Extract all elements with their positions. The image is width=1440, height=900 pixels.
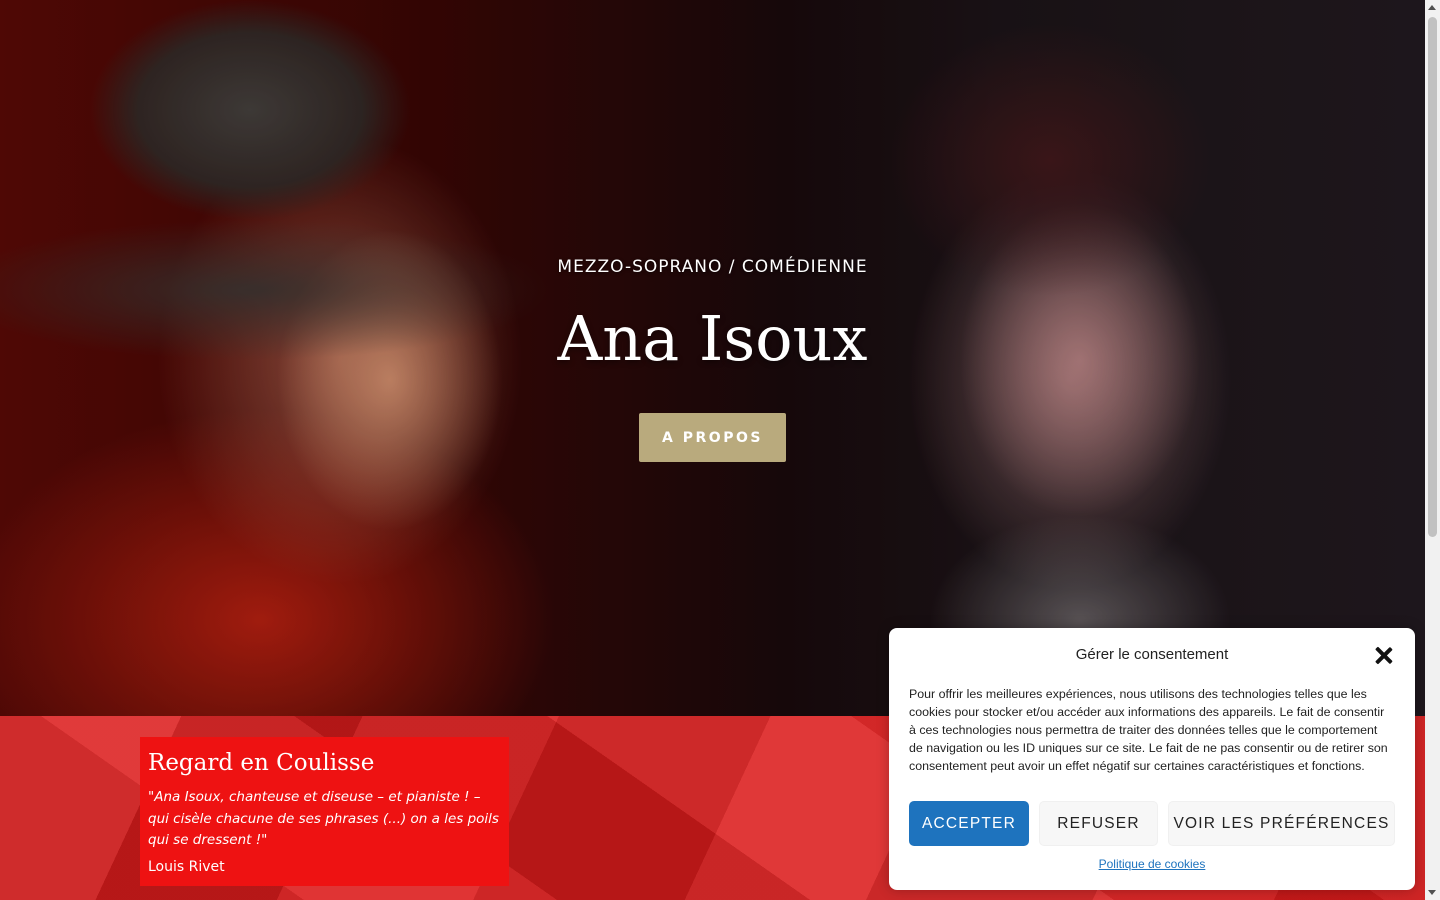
page-scrollbar[interactable] bbox=[1425, 0, 1440, 900]
cookie-policy-link[interactable]: Politique de cookies bbox=[889, 857, 1415, 871]
scroll-up-arrow-icon[interactable] bbox=[1428, 5, 1436, 10]
hero-subtitle: MEZZO-SOPRANO / COMÉDIENNE bbox=[557, 257, 868, 277]
scroll-thumb[interactable] bbox=[1428, 17, 1437, 537]
scroll-down-arrow-icon[interactable] bbox=[1428, 890, 1436, 895]
refuse-button[interactable]: REFUSER bbox=[1039, 801, 1158, 846]
quote-text: "Ana Isoux, chanteuse et diseuse – et pi… bbox=[148, 789, 499, 848]
cookie-consent-dialog: Gérer le consentement Pour offrir les me… bbox=[889, 628, 1415, 890]
hero-content: MEZZO-SOPRANO / COMÉDIENNE Ana Isoux A P… bbox=[0, 0, 1425, 716]
hero-section: MEZZO-SOPRANO / COMÉDIENNE Ana Isoux A P… bbox=[0, 0, 1425, 716]
quote-card: Regard en Coulisse "Ana Isoux, chanteuse… bbox=[140, 737, 509, 886]
view-preferences-button[interactable]: VOIR LES PRÉFÉRENCES bbox=[1168, 801, 1395, 846]
close-icon[interactable] bbox=[1374, 646, 1394, 666]
quote-author: Louis Rivet bbox=[148, 858, 225, 875]
accept-button[interactable]: ACCEPTER bbox=[909, 801, 1029, 846]
consent-title: Gérer le consentement bbox=[1075, 646, 1229, 663]
hero-title: Ana Isoux bbox=[557, 302, 868, 375]
quote-title: Regard en Coulisse bbox=[148, 750, 375, 776]
consent-description: Pour offrir les meilleures expériences, … bbox=[909, 687, 1388, 773]
about-button[interactable]: A PROPOS bbox=[639, 413, 786, 462]
